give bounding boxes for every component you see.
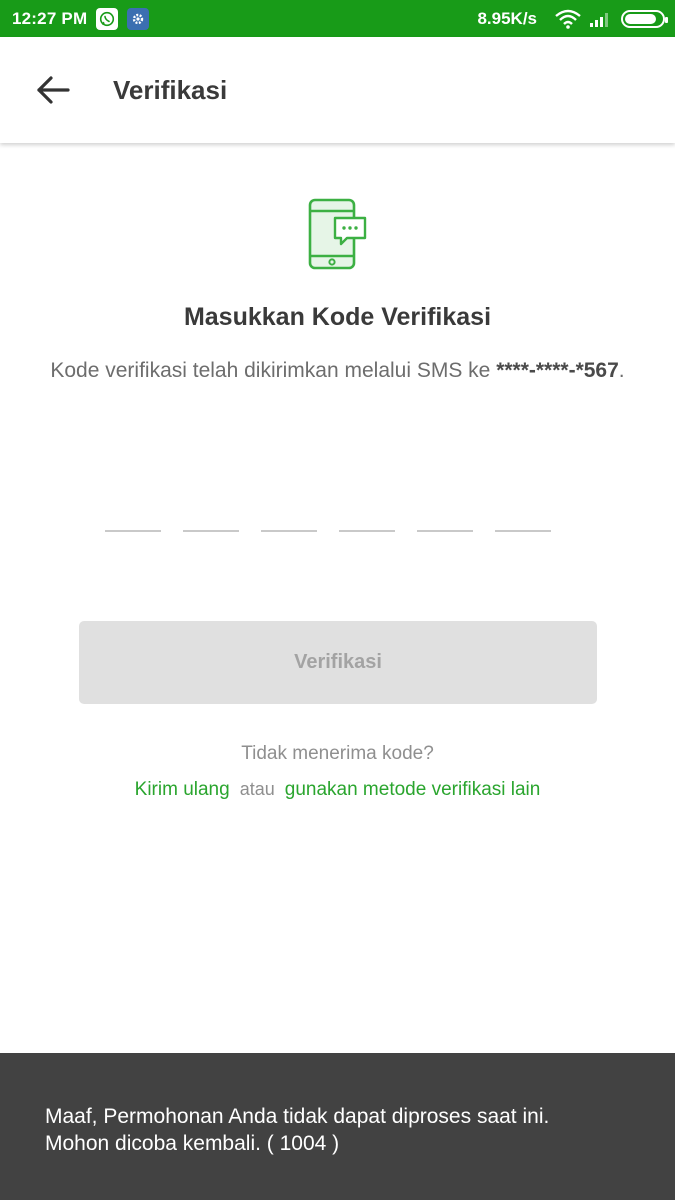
- back-button[interactable]: [23, 60, 83, 120]
- network-speed: 8.95K/s: [477, 8, 537, 28]
- settings-app-icon: [127, 7, 150, 30]
- verify-button[interactable]: Verifikasi: [79, 621, 597, 704]
- other-method-link[interactable]: gunakan metode verifikasi lain: [285, 779, 541, 800]
- otp-digit-field[interactable]: [495, 528, 551, 532]
- error-snackbar: Maaf, Permohonan Anda tidak dapat dipros…: [0, 1053, 675, 1200]
- battery-tip: [665, 16, 668, 23]
- screen: 12:27 PM 8.95K/s Verifikasi Masukkan Kod…: [0, 0, 675, 1200]
- status-time: 12:27 PM: [12, 8, 88, 28]
- wifi-icon: [555, 9, 581, 29]
- app-bar: Verifikasi: [0, 37, 675, 143]
- status-bar-left: 12:27 PM: [12, 7, 150, 30]
- otp-digit-field[interactable]: [105, 528, 161, 532]
- verification-description: Kode verifikasi telah dikirimkan melalui…: [40, 353, 635, 389]
- whatsapp-icon: [96, 7, 119, 30]
- page-title: Verifikasi: [113, 74, 228, 105]
- otp-digit-field[interactable]: [183, 528, 239, 532]
- or-text: atau: [239, 779, 275, 799]
- phone-message-icon: [305, 198, 369, 277]
- back-arrow-icon: [37, 76, 70, 104]
- resend-options: Kirim ulang atau gunakan metode verifikasi…: [0, 779, 675, 801]
- battery-level: [625, 13, 656, 24]
- masked-phone-number: ****-****-*567: [496, 359, 619, 382]
- otp-digit-field[interactable]: [339, 528, 395, 532]
- otp-digit-field[interactable]: [261, 528, 317, 532]
- status-bar: 12:27 PM 8.95K/s: [0, 0, 675, 37]
- battery-icon: [621, 9, 668, 28]
- signal-icon: [589, 10, 611, 28]
- description-end: .: [618, 359, 625, 382]
- resend-link[interactable]: Kirim ulang: [135, 779, 230, 800]
- status-bar-right: 8.95K/s: [477, 8, 668, 29]
- description-text: Kode verifikasi telah dikirimkan melalui…: [50, 359, 497, 382]
- snackbar-message-line1: Maaf, Permohonan Anda tidak dapat dipros…: [45, 1105, 550, 1128]
- otp-digit-field[interactable]: [417, 528, 473, 532]
- no-code-text: Tidak menerima kode?: [241, 743, 434, 764]
- snackbar-message-line2: Mohon dicoba kembali. ( 1004 ): [45, 1132, 340, 1155]
- verification-heading: Masukkan Kode Verifikasi: [183, 303, 492, 331]
